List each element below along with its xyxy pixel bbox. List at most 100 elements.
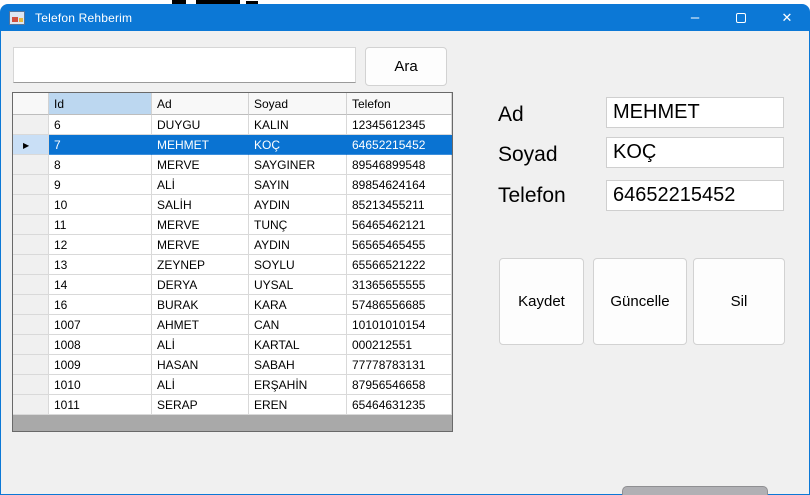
cell[interactable]: 65464631235 — [347, 395, 452, 415]
cell[interactable]: 10101010154 — [347, 315, 452, 335]
cell[interactable]: 12 — [49, 235, 152, 255]
cell[interactable]: 8 — [49, 155, 152, 175]
column-header-telefon[interactable]: Telefon — [347, 93, 452, 115]
cell[interactable]: 7 — [49, 135, 152, 155]
cell[interactable]: MERVE — [152, 215, 249, 235]
cell[interactable]: 1007 — [49, 315, 152, 335]
minimize-button[interactable]: – — [672, 4, 718, 31]
row-header[interactable] — [13, 255, 49, 275]
table-row[interactable]: 12MERVEAYDIN56565465455 — [13, 235, 452, 255]
cell[interactable]: 14 — [49, 275, 152, 295]
cell[interactable]: 10 — [49, 195, 152, 215]
cell[interactable]: 9 — [49, 175, 152, 195]
table-row[interactable]: 1011SERAPEREN65464631235 — [13, 395, 452, 415]
row-header[interactable] — [13, 115, 49, 135]
row-header[interactable] — [13, 335, 49, 355]
cell[interactable]: 85213455211 — [347, 195, 452, 215]
cell[interactable]: 57486556685 — [347, 295, 452, 315]
row-header[interactable] — [13, 275, 49, 295]
table-row[interactable]: 1010ALİERŞAHİN87956546658 — [13, 375, 452, 395]
column-header-ad[interactable]: Ad — [152, 93, 249, 115]
cell[interactable]: 56565465455 — [347, 235, 452, 255]
cell[interactable]: MERVE — [152, 155, 249, 175]
cell[interactable]: 64652215452 — [347, 135, 452, 155]
table-row[interactable]: ▶7MEHMETKOÇ64652215452 — [13, 135, 452, 155]
table-row[interactable]: 8MERVESAYGINER89546899548 — [13, 155, 452, 175]
row-header[interactable] — [13, 215, 49, 235]
table-row[interactable]: 10SALİHAYDIN85213455211 — [13, 195, 452, 215]
cell[interactable]: ALİ — [152, 375, 249, 395]
table-row[interactable]: 14DERYAUYSAL31365655555 — [13, 275, 452, 295]
table-row[interactable]: 11MERVETUNÇ56465462121 — [13, 215, 452, 235]
maximize-button[interactable] — [718, 4, 764, 31]
row-header[interactable] — [13, 155, 49, 175]
close-button[interactable]: ✕ — [764, 4, 810, 31]
cell[interactable]: MEHMET — [152, 135, 249, 155]
cell[interactable]: 65566521222 — [347, 255, 452, 275]
search-input[interactable] — [13, 47, 356, 83]
telefon-field[interactable] — [606, 180, 784, 211]
cell[interactable]: HASAN — [152, 355, 249, 375]
cell[interactable]: 12345612345 — [347, 115, 452, 135]
cell[interactable]: AHMET — [152, 315, 249, 335]
cell[interactable]: 77778783131 — [347, 355, 452, 375]
ad-field[interactable] — [606, 97, 784, 128]
search-button[interactable]: Ara — [365, 47, 447, 86]
soyad-field[interactable] — [606, 137, 784, 168]
cell[interactable]: KALIN — [249, 115, 347, 135]
table-row[interactable]: 1008ALİKARTAL000212551 — [13, 335, 452, 355]
cell[interactable]: KOÇ — [249, 135, 347, 155]
cell[interactable]: TUNÇ — [249, 215, 347, 235]
cell[interactable]: SALİH — [152, 195, 249, 215]
cell[interactable]: ALİ — [152, 175, 249, 195]
row-header[interactable] — [13, 355, 49, 375]
cell[interactable]: 87956546658 — [347, 375, 452, 395]
row-header[interactable] — [13, 175, 49, 195]
update-button[interactable]: Güncelle — [593, 258, 687, 345]
cell[interactable]: UYSAL — [249, 275, 347, 295]
table-row[interactable]: 9ALİSAYIN89854624164 — [13, 175, 452, 195]
cell[interactable]: SABAH — [249, 355, 347, 375]
cell[interactable]: KARA — [249, 295, 347, 315]
table-row[interactable]: 1009HASANSABAH77778783131 — [13, 355, 452, 375]
cell[interactable]: EREN — [249, 395, 347, 415]
cell[interactable]: CAN — [249, 315, 347, 335]
cell[interactable]: 89546899548 — [347, 155, 452, 175]
cell[interactable]: SAYGINER — [249, 155, 347, 175]
cell[interactable]: 16 — [49, 295, 152, 315]
row-header[interactable] — [13, 375, 49, 395]
cell[interactable]: KARTAL — [249, 335, 347, 355]
cell[interactable]: DERYA — [152, 275, 249, 295]
table-row[interactable]: 13ZEYNEPSOYLU65566521222 — [13, 255, 452, 275]
cell[interactable]: ERŞAHİN — [249, 375, 347, 395]
cell[interactable]: MERVE — [152, 235, 249, 255]
cell[interactable]: ALİ — [152, 335, 249, 355]
cell[interactable]: 1010 — [49, 375, 152, 395]
row-header[interactable] — [13, 195, 49, 215]
cell[interactable]: 1008 — [49, 335, 152, 355]
table-row[interactable]: 6DUYGUKALIN12345612345 — [13, 115, 452, 135]
current-row-arrow-icon[interactable]: ▶ — [13, 135, 49, 155]
table-row[interactable]: 16BURAKKARA57486556685 — [13, 295, 452, 315]
cell[interactable]: SAYIN — [249, 175, 347, 195]
cell[interactable]: DUYGU — [152, 115, 249, 135]
delete-button[interactable]: Sil — [693, 258, 785, 345]
cell[interactable]: 11 — [49, 215, 152, 235]
row-header[interactable] — [13, 295, 49, 315]
column-header-soyad[interactable]: Soyad — [249, 93, 347, 115]
grid-corner-header[interactable] — [13, 93, 49, 115]
cell[interactable]: 13 — [49, 255, 152, 275]
row-header[interactable] — [13, 395, 49, 415]
save-button[interactable]: Kaydet — [499, 258, 584, 345]
table-row[interactable]: 1007AHMETCAN10101010154 — [13, 315, 452, 335]
cell[interactable]: 000212551 — [347, 335, 452, 355]
row-header[interactable] — [13, 315, 49, 335]
cell[interactable]: 1011 — [49, 395, 152, 415]
cell[interactable]: 6 — [49, 115, 152, 135]
cell[interactable]: SOYLU — [249, 255, 347, 275]
cell[interactable]: 31365655555 — [347, 275, 452, 295]
cell[interactable]: 56465462121 — [347, 215, 452, 235]
cell[interactable]: ZEYNEP — [152, 255, 249, 275]
cell[interactable]: SERAP — [152, 395, 249, 415]
column-header-id[interactable]: Id — [49, 93, 152, 115]
